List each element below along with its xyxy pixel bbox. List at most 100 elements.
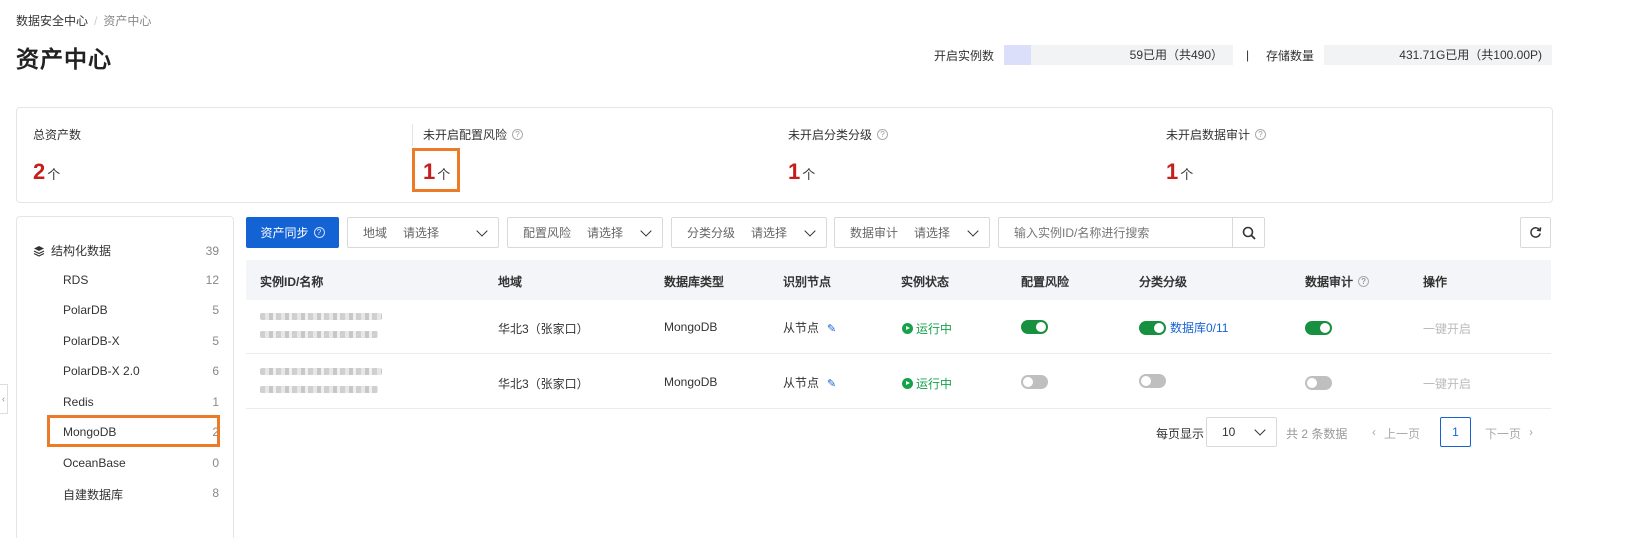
chevron-left-icon: ‹: [1372, 425, 1376, 439]
config-risk-toggle[interactable]: [1021, 320, 1048, 334]
help-icon[interactable]: ?: [1358, 276, 1370, 287]
region-filter[interactable]: 地域 请选择: [347, 217, 499, 248]
sidebar-item-label: RDS: [63, 273, 89, 287]
edit-icon[interactable]: ✎: [827, 322, 836, 335]
highlight-box: [47, 415, 220, 447]
classify-toggle[interactable]: [1139, 374, 1166, 388]
search-input[interactable]: [999, 218, 1232, 247]
storage-quota-bar: 431.71G已用（共100.00P): [1324, 45, 1553, 65]
node-label: 从节点: [783, 376, 820, 390]
chevron-down-icon: [1254, 424, 1266, 436]
per-page-value: 10: [1222, 425, 1236, 439]
asset-sync-button[interactable]: 资产同步 ?: [246, 217, 339, 248]
search-icon: [1242, 226, 1256, 240]
help-icon[interactable]: ?: [1255, 129, 1267, 140]
col-status: 实例状态: [901, 275, 950, 289]
help-icon[interactable]: ?: [512, 129, 524, 140]
per-page-label: 每页显示: [1156, 427, 1205, 441]
masked-instance-id: [260, 368, 382, 375]
chevron-right-icon: ›: [1529, 425, 1534, 439]
audit-toggle[interactable]: [1305, 321, 1332, 335]
sidebar-item-label: OceanBase: [63, 456, 126, 470]
sidebar-item-redis[interactable]: Redis 1: [63, 395, 219, 409]
prev-page-button[interactable]: ‹ 上一页: [1372, 425, 1420, 442]
cell-region: 华北3（张家口）: [498, 322, 589, 336]
col-db-type: 数据库类型: [664, 275, 725, 289]
instance-search: [998, 217, 1265, 248]
next-page-button[interactable]: 下一页 ›: [1485, 425, 1533, 442]
cell-db-type: MongoDB: [664, 375, 718, 389]
help-icon[interactable]: ?: [877, 129, 889, 140]
audit-toggle[interactable]: [1305, 376, 1332, 390]
refresh-button[interactable]: [1520, 217, 1551, 248]
breadcrumb-root[interactable]: 数据安全中心: [16, 12, 88, 29]
config-risk-filter[interactable]: 配置风险 请选择: [507, 217, 663, 248]
col-node: 识别节点: [783, 275, 832, 289]
sidebar-item-rds[interactable]: RDS 12: [63, 273, 219, 287]
classify-toggle[interactable]: [1139, 320, 1166, 335]
audit-filter[interactable]: 数据审计 请选择: [834, 217, 990, 248]
stat-total-assets: 总资产数 2个: [33, 126, 81, 185]
cell-audit: [1305, 321, 1332, 338]
running-icon: [902, 323, 913, 334]
refresh-icon: [1530, 227, 1542, 238]
enable-all-button[interactable]: 一键开启: [1423, 375, 1471, 392]
stat-value[interactable]: 1: [788, 159, 800, 185]
per-page-select[interactable]: 10: [1206, 417, 1277, 447]
table-header: 实例ID/名称 地域 数据库类型 识别节点 实例状态 配置风险 分类分级 数据审…: [246, 260, 1551, 300]
sidebar-item-count: 5: [212, 334, 219, 348]
sidebar-item-polardb-x[interactable]: PolarDB-X 5: [63, 334, 219, 348]
edit-icon[interactable]: ✎: [827, 377, 836, 390]
breadcrumb-current: 资产中心: [103, 14, 152, 28]
sidebar-item-polardb-x2[interactable]: PolarDB-X 2.0 6: [63, 364, 219, 378]
cell-config-risk: [1021, 375, 1048, 392]
layers-icon: [33, 245, 45, 257]
sidebar-collapse-handle[interactable]: ‹: [0, 384, 8, 414]
storage-quota-label: 存储数量: [1266, 48, 1315, 63]
table-row: 华北3（张家口） MongoDB 从节点 ✎ 运行中 数据库0/11 一键开启: [246, 300, 1551, 354]
cell-config-risk: [1021, 320, 1048, 337]
stat-value: 2: [33, 159, 46, 184]
filter-label: 地域: [363, 226, 388, 240]
search-button[interactable]: [1232, 218, 1264, 247]
total-count: 共 2 条数据: [1286, 427, 1348, 441]
storage-quota: 存储数量 431.71G已用（共100.00P): [1266, 45, 1553, 65]
sidebar-item-count: 0: [212, 456, 219, 470]
col-audit: 数据审计?: [1305, 273, 1370, 290]
classify-db-link[interactable]: 数据库0/11: [1170, 319, 1228, 336]
filter-value: 请选择: [403, 226, 440, 240]
storage-quota-text: 431.71G已用（共100.00P): [1399, 48, 1543, 62]
masked-instance-id: [260, 313, 382, 320]
filter-value: 请选择: [587, 226, 624, 240]
stat-label: 未开启配置风险: [423, 128, 508, 142]
sidebar-item-oceanbase[interactable]: OceanBase 0: [63, 456, 219, 470]
sidebar-item-polardb[interactable]: PolarDB 5: [63, 303, 219, 317]
status-label: 运行中: [916, 377, 953, 391]
page-title: 资产中心: [16, 46, 112, 72]
col-config-risk: 配置风险: [1021, 275, 1070, 289]
cell-db-type: MongoDB: [664, 320, 718, 334]
page-number-button[interactable]: 1: [1440, 417, 1471, 447]
sidebar-item-label: Redis: [63, 395, 94, 409]
col-classify: 分类分级: [1139, 275, 1188, 289]
stat-classify-off: 未开启分类分级? 1个: [788, 126, 889, 185]
filter-label: 数据审计: [850, 226, 899, 240]
sidebar-item-label: PolarDB: [63, 303, 108, 317]
classify-filter[interactable]: 分类分级 请选择: [671, 217, 827, 248]
quota-separator: |: [1246, 48, 1250, 62]
sidebar-item-self-built[interactable]: 自建数据库 8: [63, 486, 219, 503]
enable-all-button[interactable]: 一键开启: [1423, 320, 1471, 337]
chevron-down-icon: [804, 224, 816, 237]
col-audit-label: 数据审计: [1305, 275, 1354, 289]
breadcrumb: 数据安全中心 / 资产中心: [16, 12, 151, 29]
sidebar-item-label: 自建数据库: [63, 488, 124, 502]
sidebar-group-structured[interactable]: 结构化数据 39: [33, 242, 219, 259]
cell-audit: [1305, 376, 1332, 393]
sidebar-item-label: PolarDB-X: [63, 334, 120, 348]
cell-node: 从节点 ✎: [783, 319, 836, 336]
stat-value[interactable]: 1: [1166, 159, 1178, 185]
chevron-down-icon: [476, 224, 488, 237]
config-risk-toggle[interactable]: [1021, 375, 1048, 389]
col-instance-id: 实例ID/名称: [260, 275, 324, 289]
stat-label: 未开启数据审计: [1166, 128, 1251, 142]
